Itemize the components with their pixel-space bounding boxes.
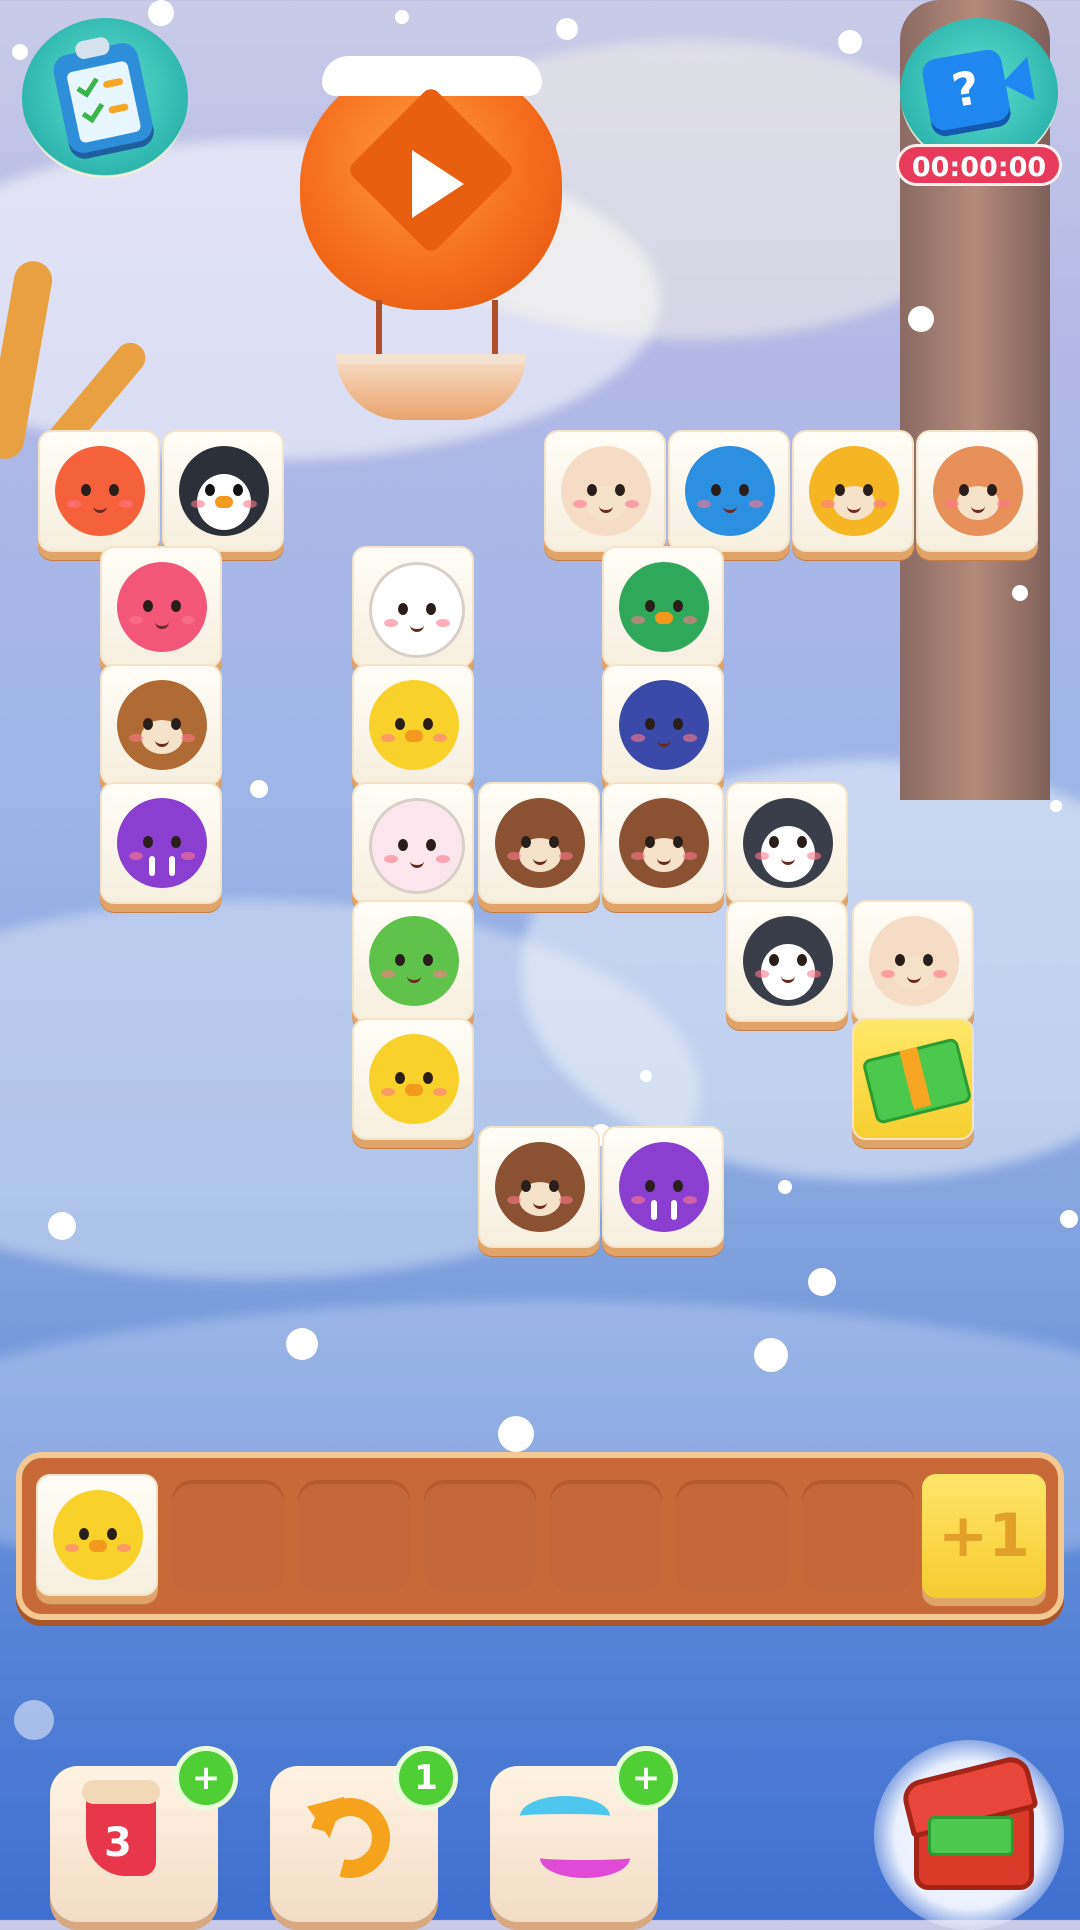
husky-face-icon — [743, 910, 833, 1006]
frog-face-icon — [369, 916, 459, 1006]
cash-bonus-icon — [861, 1037, 973, 1125]
walrus-face-icon — [619, 1142, 709, 1232]
bear-face-icon — [495, 792, 585, 888]
sheep-face-icon — [561, 440, 651, 536]
task-list-button[interactable] — [22, 18, 188, 178]
penguin-face-icon — [179, 446, 269, 536]
tile[interactable] — [478, 782, 600, 904]
tile[interactable] — [162, 430, 284, 552]
tile[interactable] — [602, 546, 724, 668]
tile[interactable] — [100, 664, 222, 786]
elephant-face-icon — [619, 680, 709, 770]
tile[interactable] — [852, 900, 974, 1022]
add-badge[interactable]: + — [174, 1746, 238, 1810]
extra-slot-button[interactable]: +1 — [922, 1474, 1046, 1598]
duck-face-icon — [619, 562, 709, 652]
balloon-play-button[interactable] — [300, 56, 562, 320]
tile[interactable] — [352, 782, 474, 904]
tile[interactable] — [352, 1018, 474, 1140]
chick-face-icon — [369, 1034, 459, 1124]
tile[interactable] — [668, 430, 790, 552]
play-icon — [412, 150, 464, 218]
sheep-face-icon — [869, 910, 959, 1006]
count-badge: 1 — [394, 1746, 458, 1810]
tile[interactable] — [602, 1126, 724, 1248]
shuffle-booster-button[interactable]: + — [490, 1746, 678, 1922]
countdown-timer: 00:00:00 — [896, 144, 1062, 186]
balloon-basket — [336, 300, 526, 420]
bear-face-icon — [495, 1136, 585, 1232]
tile[interactable] — [544, 430, 666, 552]
tile[interactable] — [602, 664, 724, 786]
clipboard-checklist-icon — [50, 35, 156, 156]
tray-slot — [676, 1480, 788, 1592]
tile[interactable] — [726, 900, 848, 1022]
tile[interactable] — [100, 546, 222, 668]
collection-tray: +1 — [16, 1452, 1064, 1620]
sock-booster-button[interactable]: 3 + — [50, 1746, 238, 1922]
tile[interactable] — [726, 782, 848, 904]
christmas-sock-icon: 3 — [82, 1780, 160, 1876]
bear-face-icon — [619, 792, 709, 888]
tray-tile — [36, 1474, 158, 1596]
undo-booster-button[interactable]: 1 — [270, 1746, 458, 1922]
walrus-face-icon — [117, 798, 207, 888]
husky-face-icon — [743, 792, 833, 888]
tray-slot — [298, 1480, 410, 1592]
tray-slot — [550, 1480, 662, 1592]
fox-face-icon — [55, 440, 145, 536]
panda-face-icon — [369, 559, 465, 658]
monkey-face-icon — [117, 674, 207, 770]
tile[interactable] — [916, 430, 1038, 552]
tile[interactable] — [100, 782, 222, 904]
rabbit-face-icon — [369, 795, 465, 894]
lion-face-icon — [809, 440, 899, 536]
video-camera-question-icon: ? — [920, 47, 1035, 133]
tile[interactable] — [352, 900, 474, 1022]
chick-face-icon — [53, 1490, 143, 1580]
shuffle-arrows-icon — [520, 1796, 610, 1836]
tray-slot — [802, 1480, 914, 1592]
tile[interactable] — [38, 430, 160, 552]
treasure-chest-button[interactable] — [874, 1740, 1064, 1930]
hippo-face-icon — [685, 446, 775, 536]
tile[interactable] — [478, 1126, 600, 1248]
tile[interactable] — [852, 1018, 974, 1140]
tile[interactable] — [352, 664, 474, 786]
chick-face-icon — [369, 680, 459, 770]
tile[interactable] — [602, 782, 724, 904]
tile[interactable] — [352, 546, 474, 668]
tile[interactable] — [792, 430, 914, 552]
tray-slot — [424, 1480, 536, 1592]
pink-bear-face-icon — [117, 556, 207, 652]
tray-slot — [172, 1480, 284, 1592]
add-badge[interactable]: + — [614, 1746, 678, 1810]
deer-face-icon — [933, 440, 1023, 536]
